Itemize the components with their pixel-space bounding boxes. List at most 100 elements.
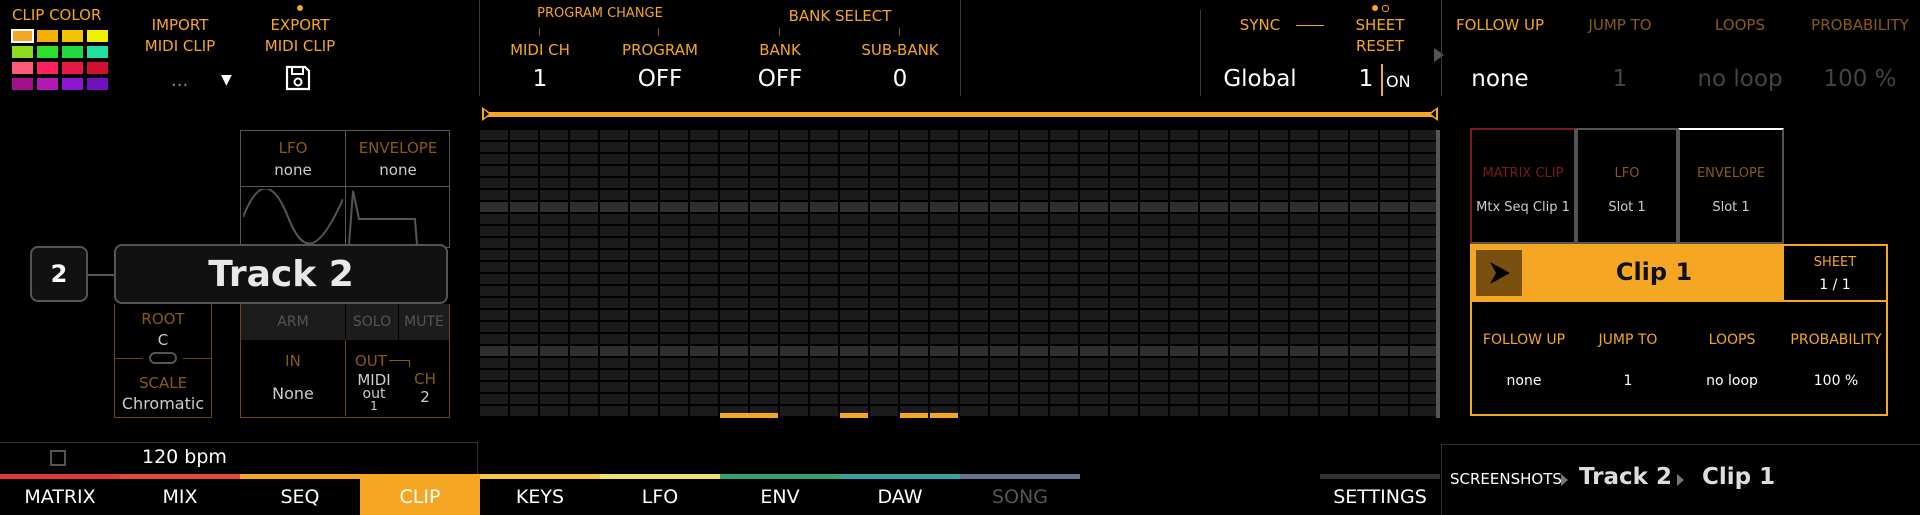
- grid-cell[interactable]: [1230, 190, 1258, 200]
- grid-cell[interactable]: [600, 334, 628, 344]
- sync-value[interactable]: Global: [1205, 66, 1315, 92]
- grid-cell[interactable]: [1200, 334, 1228, 344]
- grid-cell[interactable]: [810, 262, 838, 272]
- grid-cell[interactable]: [1230, 370, 1258, 380]
- grid-cell[interactable]: [1080, 274, 1108, 284]
- grid-cell[interactable]: [690, 142, 718, 152]
- grid-cell[interactable]: [480, 274, 508, 284]
- grid-cell[interactable]: [1080, 178, 1108, 188]
- grid-cell[interactable]: [600, 346, 628, 356]
- grid-cell[interactable]: [720, 286, 748, 296]
- grid-cell[interactable]: [1200, 310, 1228, 320]
- grid-cell[interactable]: [600, 190, 628, 200]
- grid-cell[interactable]: [990, 358, 1018, 368]
- grid-cell[interactable]: [900, 310, 928, 320]
- grid-cell[interactable]: [1410, 250, 1438, 260]
- grid-cell[interactable]: [990, 190, 1018, 200]
- grid-cell[interactable]: [1290, 214, 1318, 224]
- grid-cell[interactable]: [630, 262, 658, 272]
- grid-cell[interactable]: [960, 250, 988, 260]
- grid-cell[interactable]: [1170, 190, 1198, 200]
- grid-cell[interactable]: [780, 178, 808, 188]
- grid-cell[interactable]: [1080, 250, 1108, 260]
- grid-cell[interactable]: [810, 214, 838, 224]
- grid-cell[interactable]: [690, 190, 718, 200]
- grid-cell[interactable]: [1320, 382, 1348, 392]
- grid-cell[interactable]: [930, 382, 958, 392]
- grid-cell[interactable]: [810, 286, 838, 296]
- grid-cell[interactable]: [600, 382, 628, 392]
- grid-cell[interactable]: [1410, 298, 1438, 308]
- grid-cell[interactable]: [570, 334, 598, 344]
- grid-cell[interactable]: [1080, 394, 1108, 404]
- grid-cell[interactable]: [1140, 274, 1168, 284]
- grid-cell[interactable]: [1410, 274, 1438, 284]
- grid-cell[interactable]: [720, 250, 748, 260]
- grid-cell[interactable]: [1050, 166, 1078, 176]
- color-swatch[interactable]: [12, 46, 33, 58]
- grid-cell[interactable]: [1200, 202, 1228, 212]
- grid-cell[interactable]: [780, 370, 808, 380]
- grid-cell[interactable]: [930, 178, 958, 188]
- grid-cell[interactable]: [960, 238, 988, 248]
- grid-cell[interactable]: [1290, 286, 1318, 296]
- grid-cell[interactable]: [1230, 346, 1258, 356]
- grid-cell[interactable]: [1260, 358, 1288, 368]
- grid-cell[interactable]: [960, 406, 988, 416]
- grid-cell[interactable]: [960, 370, 988, 380]
- grid-cell[interactable]: [690, 130, 718, 140]
- grid-cell[interactable]: [600, 358, 628, 368]
- grid-cell[interactable]: [1260, 154, 1288, 164]
- grid-cell[interactable]: [870, 178, 898, 188]
- grid-cell[interactable]: [1380, 358, 1408, 368]
- grid-cell[interactable]: [660, 382, 688, 392]
- grid-cell[interactable]: [930, 190, 958, 200]
- grid-cell[interactable]: [1020, 274, 1048, 284]
- bank-value[interactable]: OFF: [730, 66, 830, 92]
- grid-cell[interactable]: [480, 178, 508, 188]
- grid-cell[interactable]: [570, 298, 598, 308]
- grid-cell[interactable]: [990, 346, 1018, 356]
- color-swatch[interactable]: [62, 78, 83, 90]
- grid-cell[interactable]: [660, 178, 688, 188]
- grid-cell[interactable]: [1380, 250, 1408, 260]
- clip-play-button[interactable]: [1476, 250, 1522, 296]
- grid-cell[interactable]: [630, 250, 658, 260]
- color-swatch[interactable]: [87, 30, 108, 42]
- color-swatch[interactable]: [62, 62, 83, 74]
- grid-cell[interactable]: [1020, 358, 1048, 368]
- grid-cell[interactable]: [540, 406, 568, 416]
- grid-cell[interactable]: [1350, 406, 1378, 416]
- grid-cell[interactable]: [1050, 250, 1078, 260]
- grid-cell[interactable]: [810, 394, 838, 404]
- grid-cell[interactable]: [660, 406, 688, 416]
- grid-cell[interactable]: [750, 322, 778, 332]
- grid-cell[interactable]: [480, 346, 508, 356]
- grid-cell[interactable]: [1020, 370, 1048, 380]
- grid-cell[interactable]: [1410, 322, 1438, 332]
- grid-cell[interactable]: [840, 382, 868, 392]
- grid-cell[interactable]: [1290, 310, 1318, 320]
- ch-value[interactable]: 2: [401, 388, 449, 406]
- grid-cell[interactable]: [1260, 370, 1288, 380]
- grid-cell[interactable]: [870, 238, 898, 248]
- grid-cell[interactable]: [960, 262, 988, 272]
- grid-cell[interactable]: [630, 154, 658, 164]
- grid-cell[interactable]: [1230, 382, 1258, 392]
- grid-cell[interactable]: [540, 310, 568, 320]
- grid-cell[interactable]: [630, 178, 658, 188]
- grid-cell[interactable]: [780, 130, 808, 140]
- grid-cell[interactable]: [480, 358, 508, 368]
- lfo-slot-cell[interactable]: LFO Slot 1: [1576, 128, 1678, 244]
- grid-cell[interactable]: [1050, 142, 1078, 152]
- grid-cell[interactable]: [840, 190, 868, 200]
- grid-cell[interactable]: [1410, 310, 1438, 320]
- grid-cell[interactable]: [720, 346, 748, 356]
- grid-cell[interactable]: [540, 334, 568, 344]
- grid-cell[interactable]: [900, 358, 928, 368]
- grid-cell[interactable]: [870, 310, 898, 320]
- grid-cell[interactable]: [1350, 238, 1378, 248]
- grid-cell[interactable]: [990, 370, 1018, 380]
- grid-cell[interactable]: [570, 394, 598, 404]
- grid-cell[interactable]: [1230, 274, 1258, 284]
